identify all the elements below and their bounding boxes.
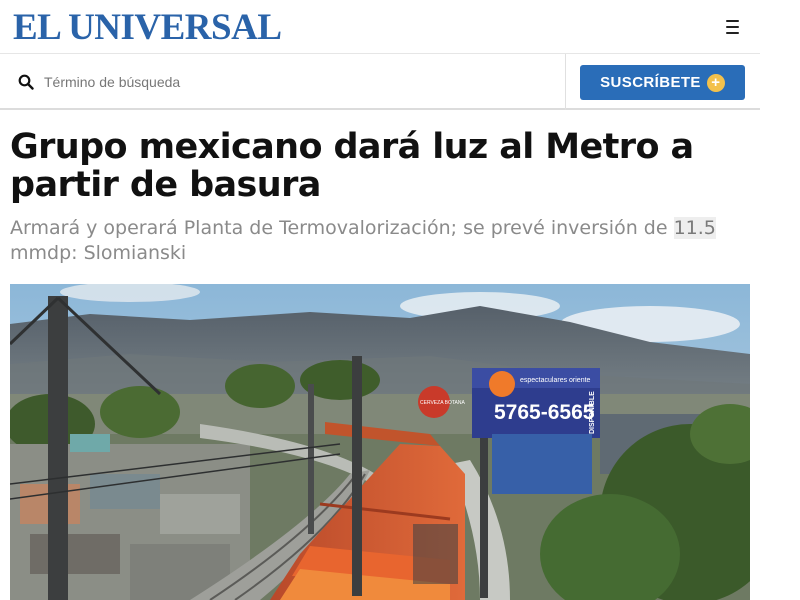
subhead-text: Armará y operará Planta de Termovaloriza… [10, 217, 674, 239]
billboard-phone: 5765-6565 [494, 401, 595, 424]
metro-photo-illustration: espectaculares oriente 5765-6565 DISPONI… [10, 284, 750, 600]
menu-line [725, 26, 739, 28]
right-gutter [760, 0, 800, 600]
page: EL UNIVERSAL SUSCRÍBETE + Grupo mexicano… [0, 0, 760, 600]
menu-line [725, 20, 739, 22]
article-subhead: Armará y operará Planta de Termovaloriza… [10, 216, 750, 266]
subscribe-label: SUSCRÍBETE [600, 74, 701, 91]
site-logo[interactable]: EL UNIVERSAL [13, 8, 282, 48]
subhead-text-end: mmdp: Slomianski [10, 242, 187, 264]
subhead-highlight: 11.5 [673, 217, 716, 239]
site-header: EL UNIVERSAL [0, 0, 760, 54]
subscribe-button[interactable]: SUSCRÍBETE + [580, 65, 745, 100]
billboard-brand: espectaculares oriente [520, 377, 591, 384]
billboard-side-text: DISPONIBLE [589, 391, 596, 434]
menu-line [725, 32, 739, 34]
hamburger-menu-icon[interactable] [718, 17, 746, 39]
plus-icon: + [706, 73, 725, 92]
search-divider [565, 54, 566, 110]
search-bar: SUSCRÍBETE + [0, 54, 760, 110]
article-photo[interactable]: espectaculares oriente 5765-6565 DISPONI… [10, 284, 750, 600]
small-sign-text: CERVEZA BOTANA [420, 400, 465, 406]
search-icon[interactable] [18, 74, 34, 90]
search-input[interactable] [44, 67, 544, 97]
article-headline: Grupo mexicano dará luz al Metro a parti… [10, 127, 694, 205]
